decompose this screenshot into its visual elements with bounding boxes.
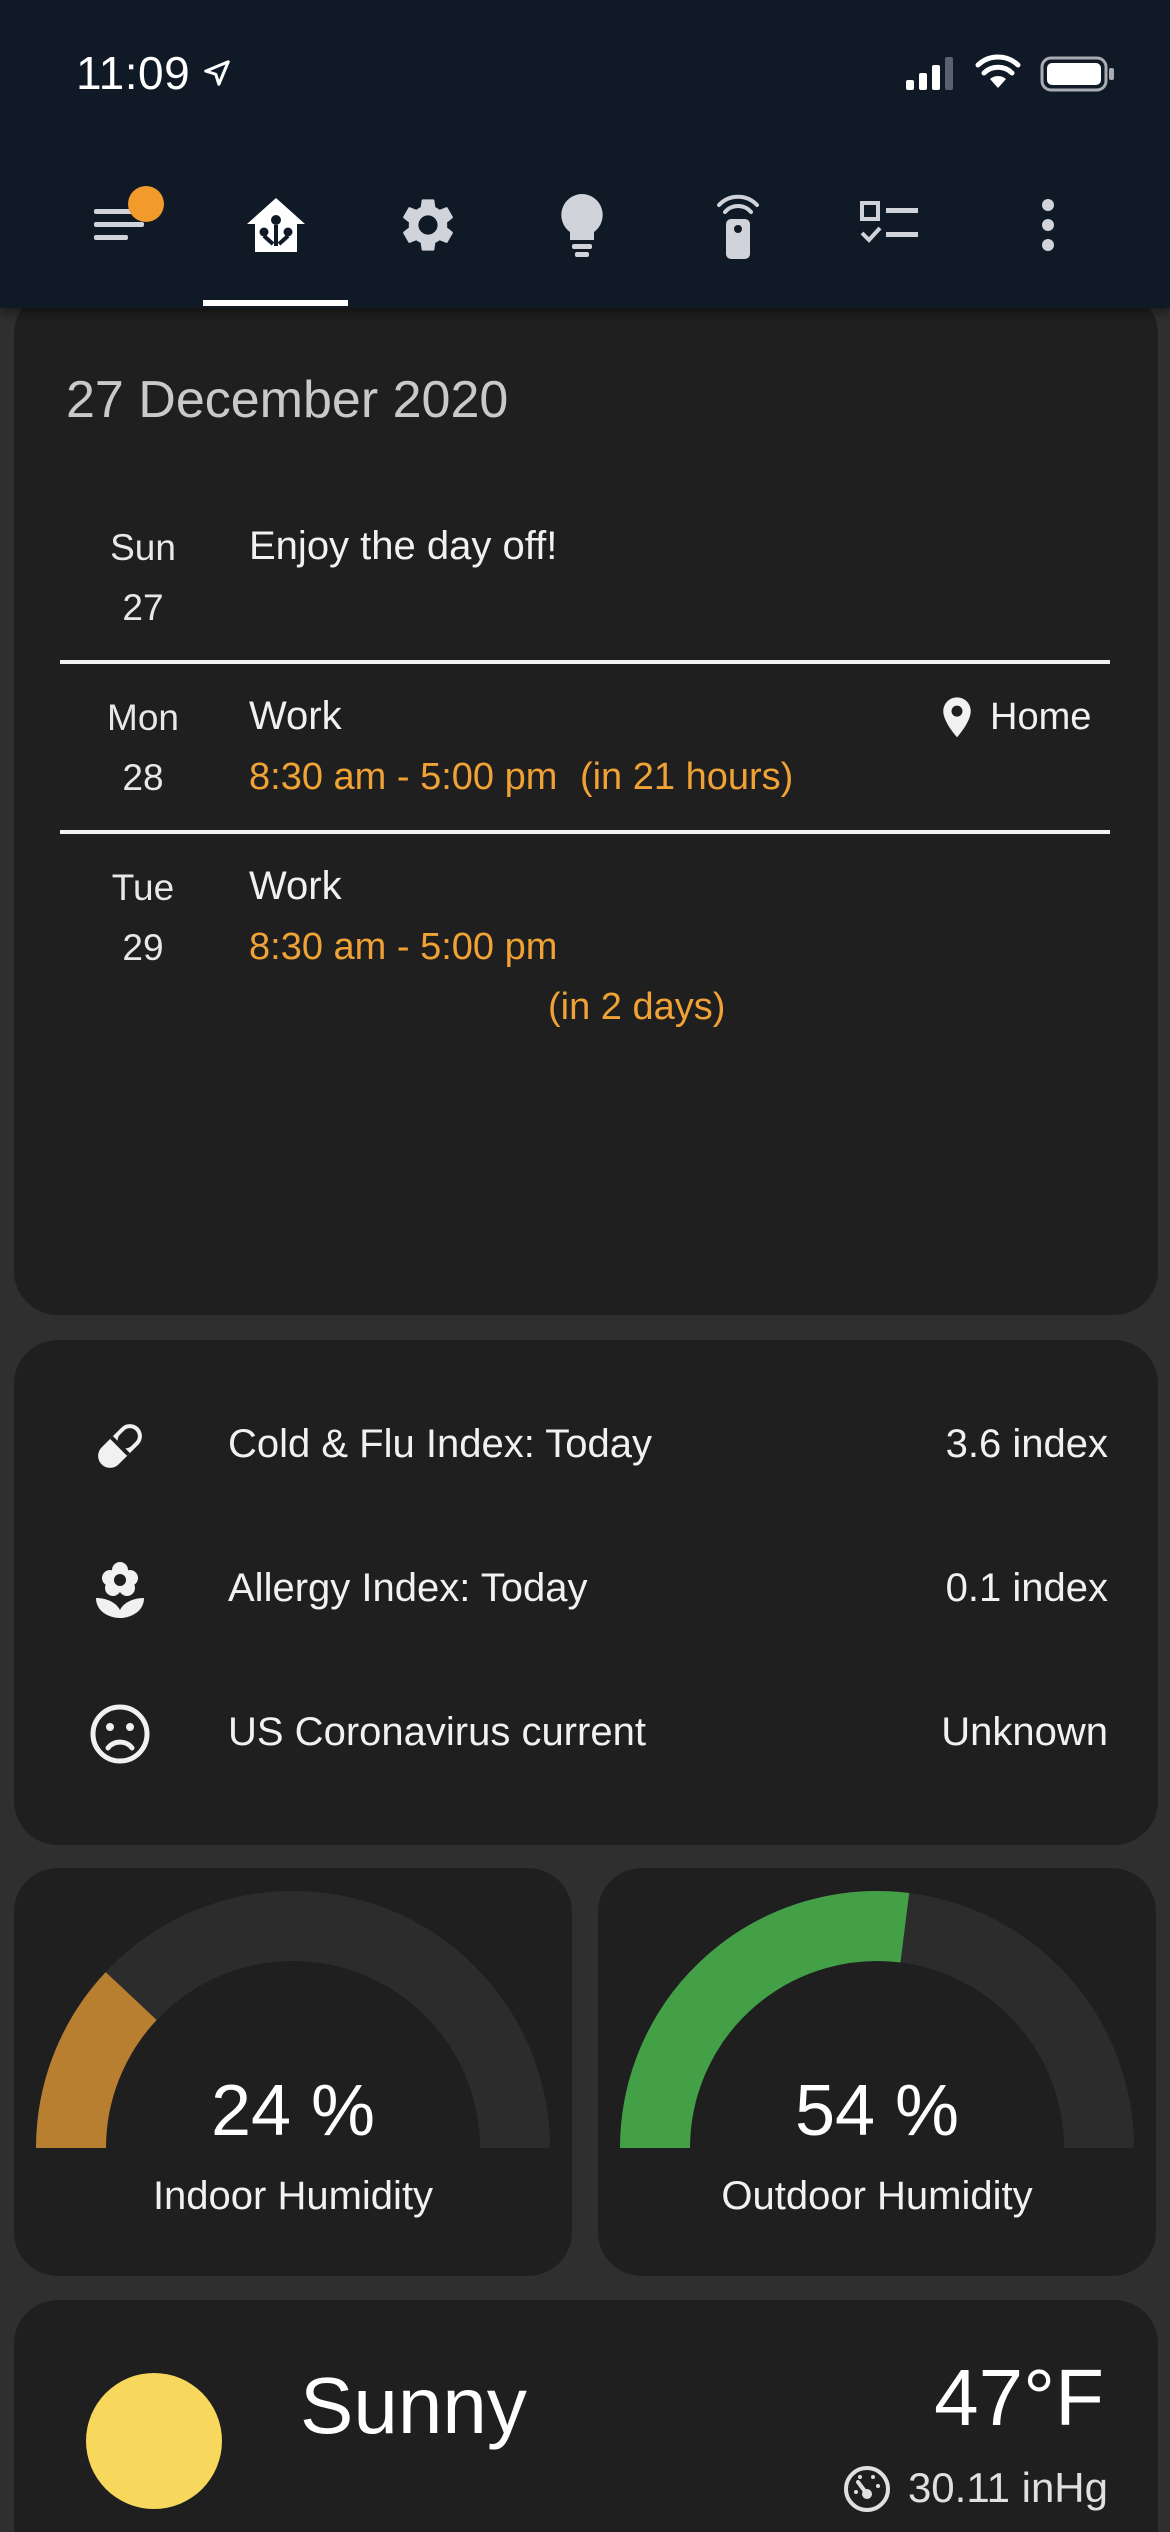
sensor-label: Allergy Index: Today <box>228 1566 588 1610</box>
map-marker-icon <box>943 697 971 738</box>
weather-temperature: 47°F <box>934 2353 1104 2442</box>
weather-pressure: 30.11 inHg <box>907 2464 1108 2511</box>
day-of-week: Mon <box>107 697 179 738</box>
lightbulb-icon <box>561 194 603 257</box>
active-tab-indicator <box>203 300 348 306</box>
flower-icon <box>96 1562 144 1618</box>
sensor-value: 0.1 index <box>945 1566 1108 1610</box>
sensor-row-cold-flu[interactable]: Cold & Flu Index: Today 3.6 index <box>14 1394 1158 1494</box>
sensor-label: US Coronavirus current <box>228 1710 646 1754</box>
cellular-signal-icon <box>906 57 953 90</box>
remote-icon <box>717 194 759 259</box>
tab-checklist[interactable] <box>840 180 940 270</box>
outdoor-humidity-label: Outdoor Humidity <box>721 2174 1033 2218</box>
battery-icon <box>1040 56 1114 92</box>
event-title[interactable]: Work <box>249 694 342 739</box>
day-number: 28 <box>122 757 164 798</box>
outdoor-humidity-value: 54 % <box>794 2071 960 2151</box>
sensor-value: 3.6 index <box>945 1422 1108 1466</box>
tab-home[interactable] <box>226 180 326 270</box>
app-header: 11:09 <box>0 0 1170 308</box>
day-number: 29 <box>122 927 164 968</box>
checklist-icon <box>860 201 918 243</box>
sad-face-icon <box>90 1704 150 1764</box>
sensor-row-coronavirus[interactable]: US Coronavirus current Unknown <box>14 1682 1158 1782</box>
pill-icon <box>98 1424 142 1468</box>
sensor-value: Unknown <box>941 1710 1108 1754</box>
gear-icon <box>403 199 453 251</box>
day-of-week: Tue <box>111 867 175 908</box>
day-divider <box>60 830 1110 834</box>
event-location: Home <box>990 696 1092 738</box>
day-of-week: Sun <box>110 527 176 568</box>
home-automation-icon <box>247 198 305 252</box>
calendar-day-label: Sun 27 <box>88 518 198 638</box>
event-title[interactable]: Work <box>249 864 342 909</box>
event-relative-time: (in 2 days) <box>548 986 726 1028</box>
tab-lights[interactable] <box>532 180 632 270</box>
event-title[interactable]: Enjoy the day off! <box>249 524 557 569</box>
event-relative-time: (in 21 hours) <box>579 756 794 798</box>
location-arrow-icon <box>204 60 230 86</box>
tab-more[interactable] <box>998 180 1098 270</box>
sun-icon <box>86 2373 222 2509</box>
sensor-row-allergy[interactable]: Allergy Index: Today 0.1 index <box>14 1538 1158 1638</box>
day-number: 27 <box>122 587 164 628</box>
tab-remote[interactable] <box>688 180 788 270</box>
event-time: 8:30 am - 5:00 pm (in 21 hours) <box>249 756 793 799</box>
status-time: 11:09 <box>76 47 191 99</box>
calendar-day-label: Tue 29 <box>88 858 198 978</box>
gauge-pressure-icon <box>844 2466 890 2512</box>
wifi-icon <box>975 54 1021 88</box>
event-time-range: 8:30 am - 5:00 pm <box>249 756 558 798</box>
day-divider <box>60 660 1110 664</box>
weather-condition: Sunny <box>300 2361 527 2450</box>
event-time-range: 8:30 am - 5:00 pm <box>249 926 558 968</box>
tab-settings[interactable] <box>378 180 478 270</box>
notification-badge <box>128 186 164 222</box>
sensor-label: Cold & Flu Index: Today <box>228 1422 652 1466</box>
indoor-humidity-value: 24 % <box>210 2071 376 2151</box>
more-vertical-icon <box>1042 199 1054 251</box>
indoor-humidity-label: Indoor Humidity <box>152 2174 434 2218</box>
calendar-day-label: Mon 28 <box>88 688 198 808</box>
calendar-date-title: 27 December 2020 <box>66 371 509 429</box>
